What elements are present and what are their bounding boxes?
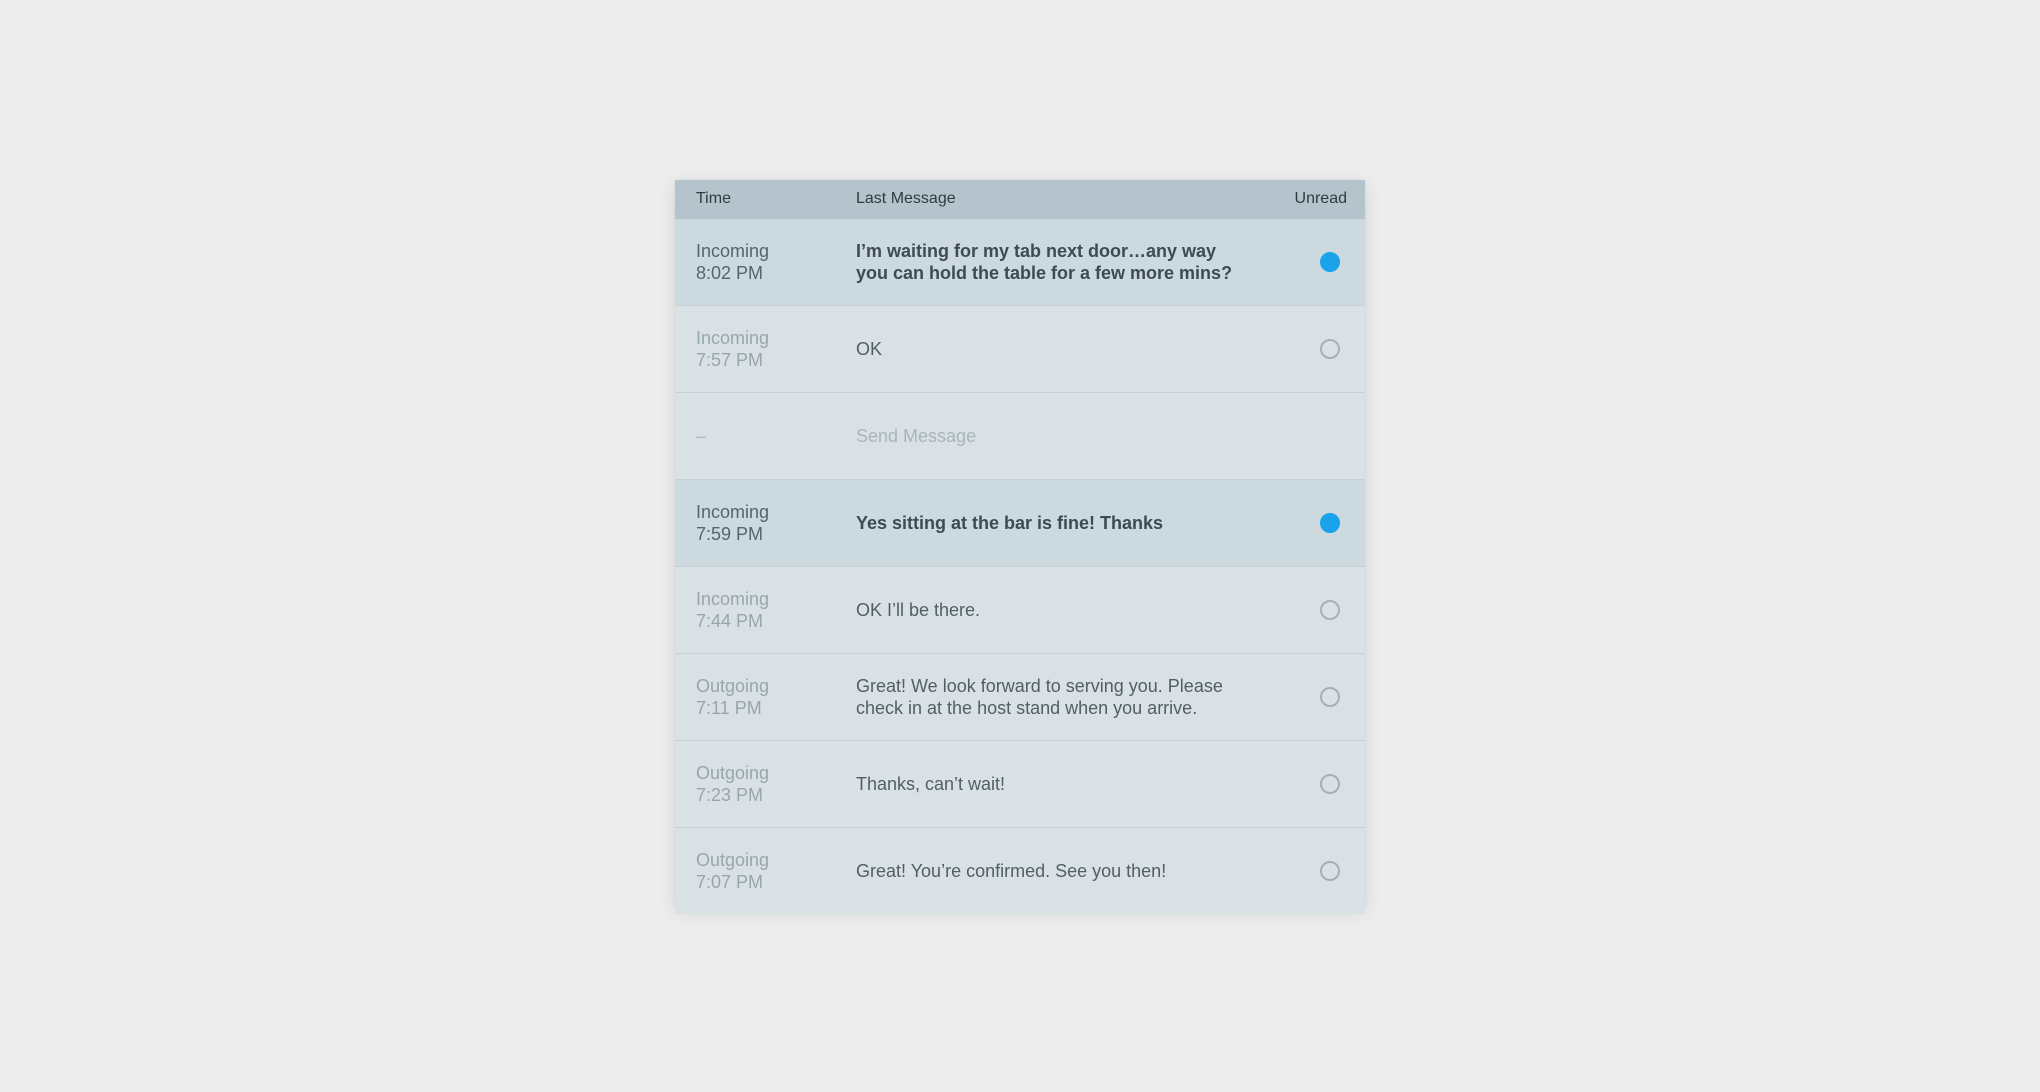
table-header: Time Last Message Unread: [675, 180, 1365, 219]
header-unread: Unread: [1294, 190, 1347, 207]
row-time-cell: –: [696, 393, 706, 479]
send-message-row[interactable]: – Send Message: [675, 393, 1365, 480]
read-circle-icon[interactable]: [1320, 600, 1340, 620]
row-message: OK I’ll be there.: [856, 600, 981, 620]
table-row[interactable]: Outgoing 7:07 PM Great! You’re confirmed…: [675, 828, 1365, 914]
row-direction: Incoming: [696, 502, 770, 522]
header-time: Time: [696, 190, 731, 207]
row-time-cell: Incoming 7:59 PM: [696, 480, 769, 566]
row-direction: Outgoing: [696, 676, 770, 696]
row-time-cell: Incoming 7:57 PM: [696, 306, 769, 392]
messages-table: Time Last Message Unread Incoming 8:02 P…: [675, 180, 1365, 914]
row-message: OK: [856, 339, 883, 359]
table-row[interactable]: Outgoing 7:23 PM Thanks, can’t wait!: [675, 741, 1365, 828]
row-timestamp: 7:44 PM: [696, 611, 764, 631]
read-circle-icon[interactable]: [1320, 339, 1340, 359]
table-row[interactable]: Incoming 8:02 PM I’m waiting for my tab …: [675, 219, 1365, 306]
row-timestamp: 8:02 PM: [696, 263, 764, 283]
row-time-cell: Incoming 8:02 PM: [696, 219, 769, 305]
unread-dot-icon[interactable]: [1320, 252, 1340, 272]
row-time-cell: Outgoing 7:07 PM: [696, 828, 769, 914]
row-message: Yes sitting at the bar is fine! Thanks: [856, 513, 1164, 533]
row-timestamp: 7:11 PM: [696, 698, 762, 718]
row-timestamp: 7:57 PM: [696, 350, 764, 370]
read-circle-icon[interactable]: [1320, 861, 1340, 881]
row-time-cell: Outgoing 7:23 PM: [696, 741, 769, 827]
row-direction: Outgoing: [696, 763, 770, 783]
table-row[interactable]: Incoming 7:59 PM Yes sitting at the bar …: [675, 480, 1365, 567]
row-timestamp: 7:23 PM: [696, 785, 764, 805]
unread-dot-icon[interactable]: [1320, 513, 1340, 533]
row-direction: Incoming: [696, 241, 770, 261]
row-message: I’m waiting for my tab next door…any way…: [856, 241, 1233, 283]
row-timestamp: 7:07 PM: [696, 872, 764, 892]
row-message: Great! You’re confirmed. See you then!: [856, 861, 1167, 881]
row-time-cell: Incoming 7:44 PM: [696, 567, 769, 653]
table-row[interactable]: Incoming 7:57 PM OK: [675, 306, 1365, 393]
row-direction: Incoming: [696, 589, 770, 609]
table-row[interactable]: Outgoing 7:11 PM Great! We look forward …: [675, 654, 1365, 741]
table-row[interactable]: Incoming 7:44 PM OK I’ll be there.: [675, 567, 1365, 654]
send-message-input[interactable]: Send Message: [856, 393, 1246, 479]
row-message: Great! We look forward to serving you. P…: [856, 676, 1223, 718]
row-direction: Outgoing: [696, 850, 770, 870]
read-circle-icon[interactable]: [1320, 774, 1340, 794]
row-direction: Incoming: [696, 328, 770, 348]
header-last-message: Last Message: [856, 190, 956, 207]
row-message: Thanks, can’t wait!: [856, 774, 1006, 794]
read-circle-icon[interactable]: [1320, 687, 1340, 707]
row-direction: –: [696, 426, 707, 446]
row-timestamp: 7:59 PM: [696, 524, 764, 544]
row-time-cell: Outgoing 7:11 PM: [696, 654, 769, 740]
